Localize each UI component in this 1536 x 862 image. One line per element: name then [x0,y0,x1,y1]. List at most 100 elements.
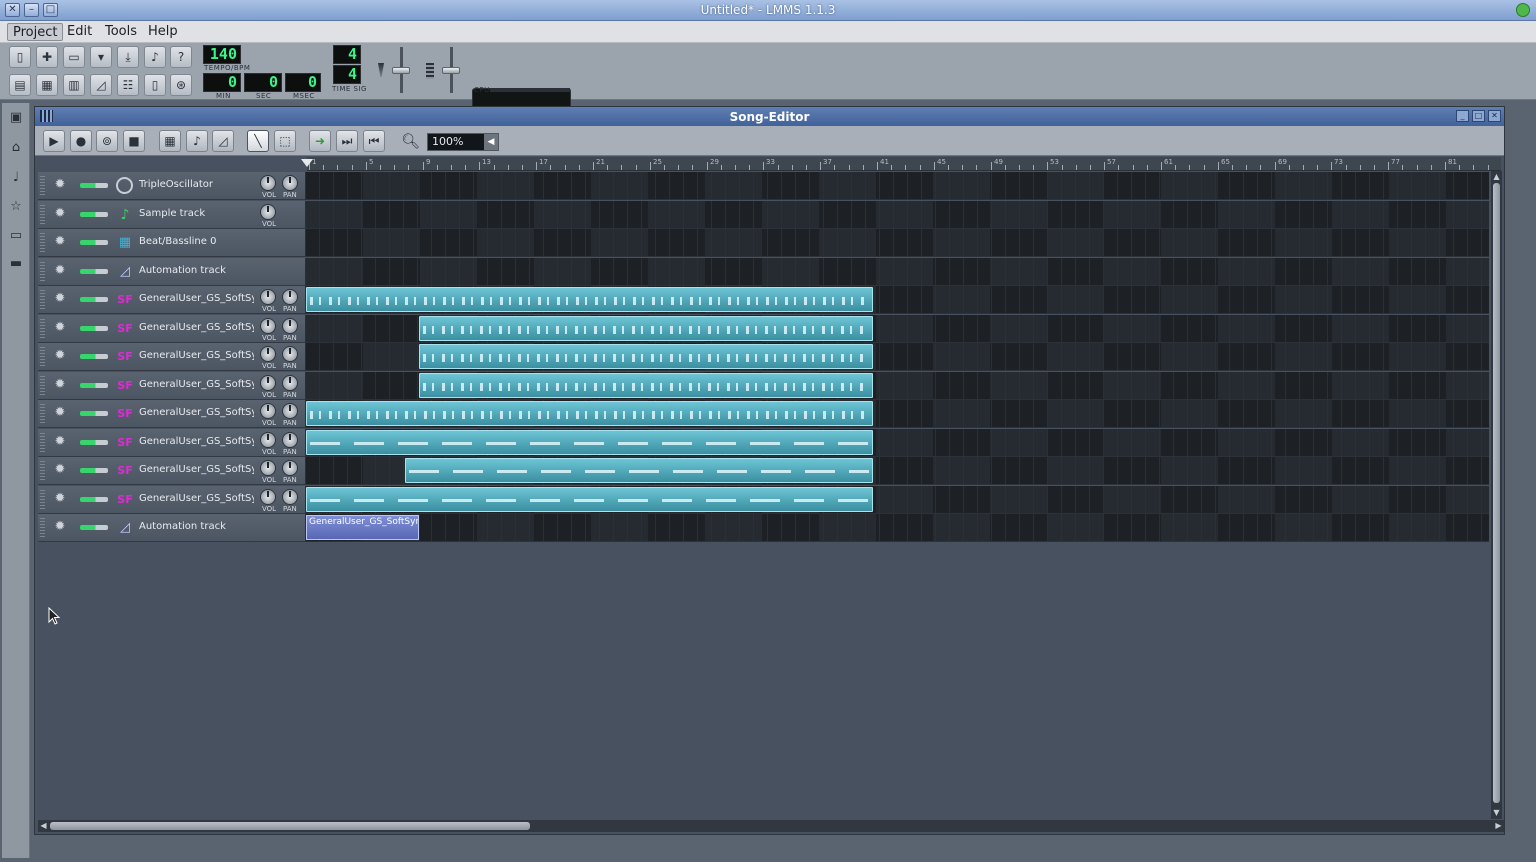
recent-projects-icon[interactable]: ▾ [90,46,112,68]
add-automation-track-icon[interactable]: ◿ [212,130,234,152]
timesig-denominator[interactable]: 4 [333,65,361,84]
instrument-plugins-icon[interactable]: ▣ [7,109,25,127]
track-content-area[interactable] [306,400,1489,428]
track-drag-grip-icon[interactable] [40,204,45,225]
master-volume-handle[interactable] [392,67,410,74]
track-pan-knob[interactable] [282,317,298,334]
root-directory-icon[interactable]: ▬ [7,255,25,273]
track-name[interactable]: TripleOscillator [139,179,254,193]
track-volume-knob[interactable] [260,289,276,305]
horizontal-scrollbar[interactable]: ◀ ▶ [38,820,1504,832]
track-content-area[interactable] [306,257,1489,286]
track-volume-knob[interactable] [260,431,276,448]
track-mute-toggle[interactable] [80,297,108,302]
loop-points-icon[interactable]: ⏭ [336,130,358,152]
track-name[interactable]: GeneralUser_GS_SoftSynt [139,379,254,393]
track-name[interactable]: GeneralUser_GS_SoftSynt [139,322,254,336]
auto-scroll-icon[interactable]: ➜ [309,130,331,152]
track-header[interactable]: ✹ SF GeneralUser_GS_SoftSynt VOL PAN [38,428,306,457]
track-name[interactable]: Beat/Bassline 0 [139,236,254,250]
controller-rack-icon[interactable]: ⊛ [170,74,192,96]
my-projects-icon[interactable]: ⌂ [7,139,25,157]
playhead-marker-icon[interactable] [301,159,313,167]
automation-icon[interactable]: ◿ [116,519,134,537]
track-volume-knob[interactable] [260,175,276,191]
track-volume-knob[interactable] [260,317,276,334]
track-drag-grip-icon[interactable] [40,404,45,424]
track-drag-grip-icon[interactable] [40,375,45,396]
song-editor-icon[interactable]: ▤ [9,74,31,96]
sf2-player-icon[interactable]: SF [116,405,134,423]
my-samples-icon[interactable]: ♩ [7,169,25,187]
track-content-area[interactable] [306,343,1489,371]
master-pitch-handle[interactable] [442,67,460,74]
sf2-player-icon[interactable]: SF [116,348,134,366]
track-header[interactable]: ✹ ▦ Beat/Bassline 0 [38,229,306,257]
track-drag-grip-icon[interactable] [40,347,45,367]
whats-this-icon[interactable]: ? [170,46,192,68]
midi-pattern-clip[interactable] [419,344,873,369]
timeline-ruler[interactable]: 1 5 9 13 17 21 25 29 33 37 41 45 49 53 57 61 65 69 73 77 81 [307,157,1501,171]
track-mute-toggle[interactable] [80,411,108,416]
new-project-icon[interactable]: ▯ [9,46,31,68]
edit-mode-icon[interactable]: ⬚ [274,130,296,152]
triple-oscillator-icon[interactable] [116,177,133,194]
track-pan-knob[interactable] [282,346,298,362]
timesig-numerator[interactable]: 4 [333,45,361,64]
midi-pattern-clip[interactable] [306,401,873,426]
mdi-maximize-icon[interactable]: □ [1472,110,1485,122]
track-drag-grip-icon[interactable] [40,176,45,196]
track-settings-gear-icon[interactable]: ✹ [53,520,67,534]
track-drag-grip-icon[interactable] [40,461,45,481]
track-settings-gear-icon[interactable]: ✹ [53,349,67,363]
track-name[interactable]: GeneralUser_GS_SoftSynt [139,436,254,450]
piano-roll-icon[interactable]: ▥ [63,74,85,96]
tempo-display[interactable]: 140 [203,45,241,64]
track-settings-gear-icon[interactable]: ✹ [53,491,67,506]
track-volume-knob[interactable] [260,460,276,476]
track-content-area[interactable] [306,485,1489,514]
sample-note-icon[interactable]: ♪ [116,206,134,224]
track-drag-grip-icon[interactable] [40,233,45,253]
track-name[interactable]: GeneralUser_GS_SoftSynt [139,493,254,507]
track-pan-knob[interactable] [282,488,298,505]
track-pan-knob[interactable] [282,175,298,191]
menu-project[interactable]: Project [7,23,64,41]
track-pan-knob[interactable] [282,289,298,305]
new-from-template-icon[interactable]: ✚ [36,46,58,68]
scroll-down-icon[interactable]: ▼ [1491,807,1502,819]
track-pan-knob[interactable] [282,403,298,419]
vertical-scrollbar[interactable]: ▲ ▼ [1491,171,1502,819]
track-content-area[interactable] [306,172,1489,200]
open-project-icon[interactable]: ▭ [63,46,85,68]
track-header[interactable]: ✹ TripleOscillator VOL PAN [38,172,306,200]
scroll-right-icon[interactable]: ▶ [1493,820,1504,832]
track-settings-gear-icon[interactable]: ✹ [53,377,67,392]
track-name[interactable]: GeneralUser_GS_SoftSynt [139,350,254,364]
track-header[interactable]: ✹ ◿ Automation track [38,514,306,542]
track-name[interactable]: GeneralUser_GS_SoftSynt [139,293,254,307]
stop-behaviour-icon[interactable]: ⏮ [363,130,385,152]
track-content-area[interactable] [306,371,1489,400]
project-notes-icon[interactable]: ▯ [144,74,166,96]
track-name[interactable]: Automation track [139,521,254,535]
sf2-player-icon[interactable]: SF [116,320,134,338]
track-name[interactable]: Sample track [139,208,254,222]
track-settings-gear-icon[interactable]: ✹ [53,235,67,249]
track-header[interactable]: ✹ ◿ Automation track [38,257,306,286]
track-name[interactable]: Automation track [139,265,254,279]
track-mute-toggle[interactable] [80,468,108,473]
vertical-scroll-thumb[interactable] [1493,183,1500,803]
scroll-up-icon[interactable]: ▲ [1491,171,1502,183]
track-header[interactable]: ✹ ♪ Sample track VOL [38,200,306,229]
menu-tools[interactable]: Tools [100,23,142,41]
track-pan-knob[interactable] [282,374,298,391]
track-header[interactable]: ✹ SF GeneralUser_GS_SoftSynt VOL PAN [38,286,306,314]
automation-editor-icon[interactable]: ◿ [90,74,112,96]
track-content-area[interactable] [306,457,1489,485]
track-mute-toggle[interactable] [80,268,108,274]
fx-mixer-icon[interactable]: ☷ [117,74,139,96]
track-header[interactable]: ✹ SF GeneralUser_GS_SoftSynt VOL PAN [38,400,306,428]
midi-pattern-clip[interactable] [419,315,873,341]
midi-pattern-clip[interactable] [419,372,873,398]
